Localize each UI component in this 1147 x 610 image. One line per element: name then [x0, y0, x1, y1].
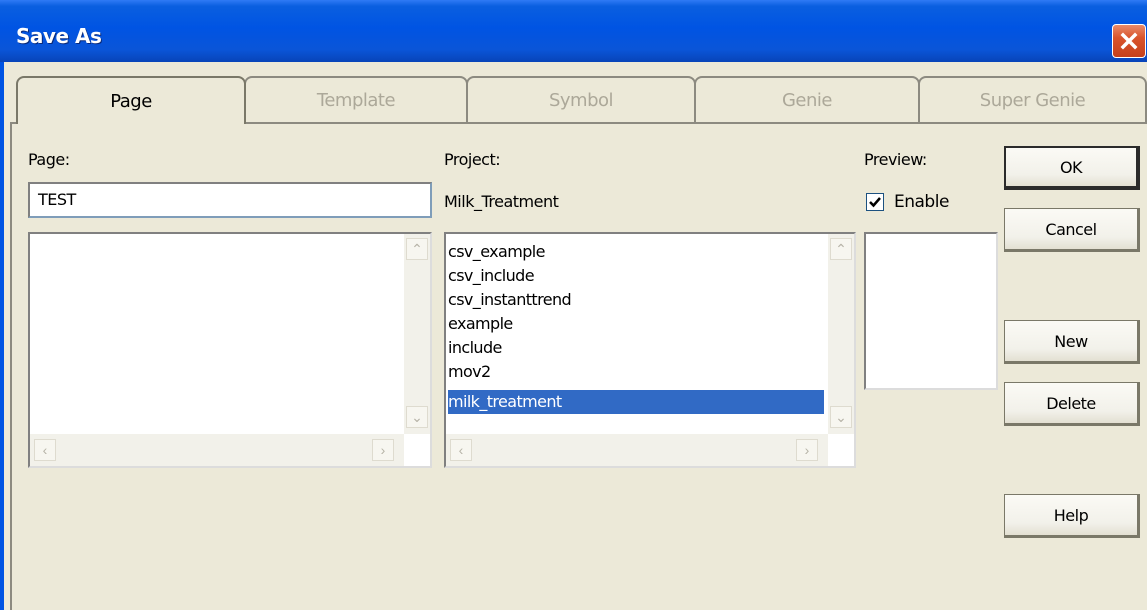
close-button[interactable] — [1112, 24, 1146, 58]
enable-preview-checkbox[interactable] — [866, 193, 884, 211]
current-project-name: Milk_Treatment — [444, 192, 559, 211]
ok-button-label: OK — [1059, 157, 1083, 177]
tab-super-genie-label: Super Genie — [979, 89, 1086, 111]
page-list-vscroll[interactable]: ⌃ ⌄ — [404, 234, 430, 434]
page-list[interactable]: ⌃ ⌄ ‹ › — [28, 232, 432, 468]
save-as-dialog: Save As Template Symbol Genie Super Geni… — [0, 0, 1147, 610]
list-item[interactable]: csv_example — [448, 240, 545, 264]
list-item[interactable]: example — [448, 312, 513, 336]
list-item[interactable]: csv_include — [448, 264, 535, 288]
tab-page-label: Page — [110, 90, 152, 112]
new-button-label: New — [1054, 331, 1088, 351]
project-label: Project: — [444, 150, 501, 169]
preview-pane — [864, 232, 998, 390]
list-item[interactable]: include — [448, 336, 502, 360]
list-item[interactable]: csv_instanttrend — [448, 288, 572, 312]
window-title: Save As — [16, 24, 102, 48]
list-item[interactable]: mov2 — [448, 360, 491, 384]
page-name-value: TEST — [38, 190, 76, 209]
tab-page[interactable]: Page — [16, 76, 246, 124]
tab-genie-label: Genie — [781, 89, 833, 111]
help-button-label: Help — [1053, 505, 1089, 525]
scroll-right-icon[interactable]: › — [796, 439, 818, 461]
tab-super-genie[interactable]: Super Genie — [918, 76, 1147, 122]
preview-label: Preview: — [864, 150, 927, 169]
scroll-up-icon[interactable]: ⌃ — [830, 238, 852, 260]
list-item-selected[interactable]: milk_treatment — [448, 390, 824, 414]
enable-label: Enable — [894, 192, 949, 212]
page-label: Page: — [28, 150, 70, 169]
cancel-button[interactable]: Cancel — [1004, 208, 1140, 252]
tab-genie[interactable]: Genie — [694, 76, 920, 122]
page-list-hscroll[interactable]: ‹ › — [30, 434, 404, 466]
page-name-input[interactable]: TEST — [28, 182, 432, 218]
tab-symbol-label: Symbol — [548, 89, 614, 111]
checkmark-icon — [869, 197, 881, 208]
tab-template[interactable]: Template — [244, 76, 468, 122]
scroll-left-icon[interactable]: ‹ — [450, 439, 472, 461]
delete-button-label: Delete — [1046, 393, 1096, 413]
ok-button[interactable]: OK — [1004, 146, 1140, 190]
delete-button[interactable]: Delete — [1004, 382, 1140, 426]
project-list[interactable]: csv_example csv_include csv_instanttrend… — [444, 232, 856, 468]
project-list-hscroll[interactable]: ‹ › — [446, 434, 828, 466]
scroll-down-icon[interactable]: ⌄ — [406, 406, 428, 428]
scroll-right-icon[interactable]: › — [372, 439, 394, 461]
scroll-up-icon[interactable]: ⌃ — [406, 238, 428, 260]
close-icon — [1120, 32, 1138, 50]
tab-template-label: Template — [316, 89, 396, 111]
scroll-left-icon[interactable]: ‹ — [34, 439, 56, 461]
project-list-vscroll[interactable]: ⌃ ⌄ — [828, 234, 854, 434]
title-bar[interactable]: Save As — [0, 0, 1147, 62]
new-button[interactable]: New — [1004, 320, 1140, 364]
tab-symbol[interactable]: Symbol — [466, 76, 696, 122]
window-frame — [0, 62, 4, 610]
cancel-button-label: Cancel — [1045, 219, 1097, 239]
help-button[interactable]: Help — [1004, 494, 1140, 538]
scroll-down-icon[interactable]: ⌄ — [830, 406, 852, 428]
